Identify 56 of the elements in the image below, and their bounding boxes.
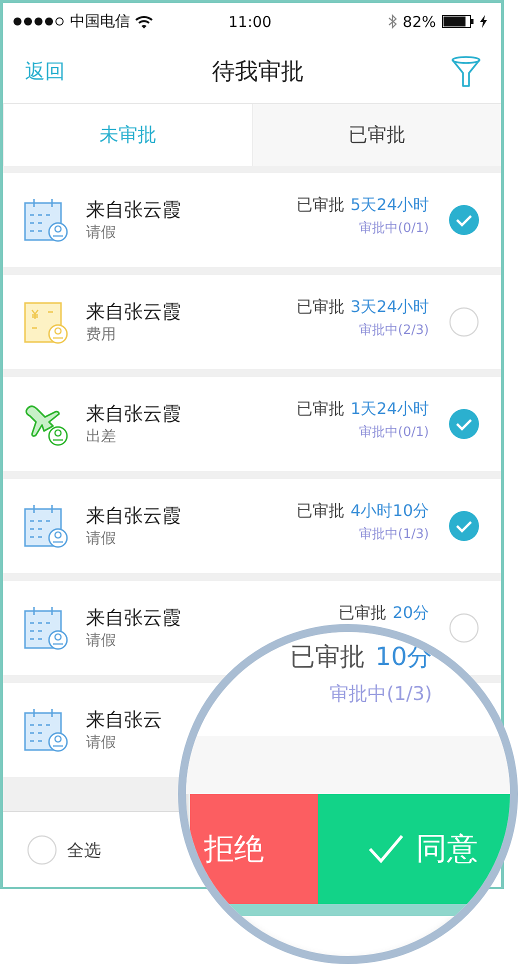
approved-label: 已审批	[296, 195, 344, 216]
checkbox-unchecked[interactable]	[27, 835, 57, 865]
approved-label: 已审批	[338, 603, 387, 624]
approved-label: 已审批	[290, 641, 366, 673]
elapsed-time: 3天24小时	[350, 297, 429, 318]
tab[interactable]: 已审批	[252, 104, 501, 166]
select-all-label: 全选	[67, 840, 101, 862]
request-type: 请假	[86, 528, 117, 548]
approval-status: 审批中(1/3)	[358, 526, 429, 543]
calendar-icon	[24, 504, 68, 548]
request-type: 出差	[86, 426, 117, 446]
checkbox-unchecked[interactable]	[449, 613, 479, 643]
elapsed-time: 20分	[392, 603, 429, 624]
charging-icon	[480, 15, 487, 28]
request-type: 请假	[86, 222, 117, 242]
approval-status: 审批中(1/3)	[330, 682, 432, 707]
approval-status: 审批中(0/1)	[358, 424, 429, 441]
calendar-icon	[24, 198, 68, 242]
applicant-name: 来自张云霞	[86, 198, 182, 222]
calendar-icon	[24, 606, 68, 650]
bluetooth-icon	[388, 14, 397, 29]
applicant-name: 来自张云	[86, 708, 163, 732]
elapsed-time: 1天24小时	[350, 399, 429, 420]
approved-label: 已审批	[296, 297, 344, 318]
applicant-name: 来自张云霞	[86, 300, 182, 324]
status-time: 11:00	[227, 12, 273, 30]
page-title: 待我审批	[211, 58, 305, 87]
request-type: 费用	[86, 324, 117, 344]
elapsed-time: 5天24小时	[350, 195, 429, 216]
carrier-name: 中国电信	[70, 12, 130, 31]
approval-row[interactable]: 来自张云霞 费用 已审批 3天24小时 审批中(2/3)	[3, 275, 501, 369]
applicant-name: 来自张云霞	[86, 606, 182, 630]
wifi-icon	[135, 14, 153, 28]
calendar-icon	[24, 708, 68, 752]
expense-document-icon	[24, 300, 68, 344]
approval-row[interactable]: 来自张云霞 请假 已审批 4小时10分 审批中(1/3)	[3, 479, 501, 573]
filter-icon[interactable]	[451, 56, 481, 87]
request-type: 请假	[86, 630, 117, 650]
checkbox-checked[interactable]	[449, 409, 479, 439]
battery-icon	[442, 15, 474, 28]
applicant-name: 来自张云霞	[86, 402, 182, 426]
approved-label: 已审批	[296, 399, 344, 420]
battery-percent: 82%	[402, 12, 436, 30]
approval-row[interactable]: 来自张云霞 请假 已审批 5天24小时 审批中(0/1)	[3, 173, 501, 267]
applicant-name: 来自张云霞	[86, 504, 182, 528]
approval-row[interactable]: 来自张云霞 出差 已审批 1天24小时 审批中(0/1)	[3, 377, 501, 471]
checkbox-checked[interactable]	[449, 511, 479, 541]
signal-icon	[13, 17, 65, 26]
elapsed-time: 4小时10分	[350, 501, 429, 522]
checkmark-icon	[368, 834, 404, 864]
approved-label: 已审批	[296, 501, 344, 522]
checkbox-checked[interactable]	[449, 205, 479, 235]
request-type: 请假	[86, 732, 117, 752]
checkbox-unchecked[interactable]	[449, 307, 479, 337]
approval-status: 审批中(0/1)	[358, 220, 429, 237]
approval-status: 审批中(2/3)	[358, 322, 429, 339]
